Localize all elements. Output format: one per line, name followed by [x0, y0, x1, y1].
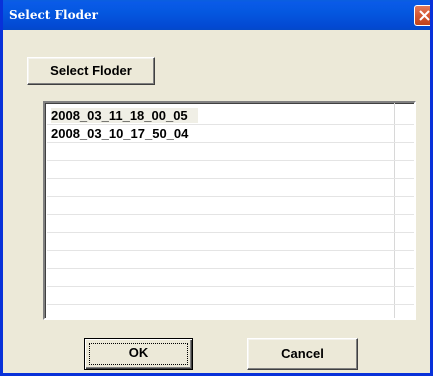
ok-button[interactable]: OK	[84, 338, 193, 370]
list-item[interactable]	[47, 143, 414, 161]
list-item[interactable]	[47, 161, 414, 179]
list-item[interactable]: 2008_03_10_17_50_04	[47, 125, 414, 143]
list-item-label: 2008_03_11_18_00_05	[51, 108, 198, 123]
title-bar[interactable]: Select Floder	[3, 0, 430, 30]
list-item[interactable]	[47, 215, 414, 233]
list-item[interactable]: 2008_03_11_18_00_05	[47, 107, 414, 125]
dialog-client-area: Select Floder 2008_03_11_18_00_05 2008_03…	[3, 30, 430, 373]
ok-button-label: OK	[128, 345, 149, 360]
cancel-button[interactable]: Cancel	[247, 338, 358, 370]
dialog-window: Select Floder Select Floder 2008_03_11_1…	[0, 0, 433, 376]
list-item[interactable]	[47, 179, 414, 197]
list-item[interactable]	[47, 197, 414, 215]
folder-listbox[interactable]: 2008_03_11_18_00_05 2008_03_10_17_50_04	[43, 101, 416, 320]
close-icon	[419, 10, 430, 21]
close-button[interactable]	[414, 5, 430, 26]
list-item-label: 2008_03_10_17_50_04	[51, 126, 189, 141]
list-item[interactable]	[47, 251, 414, 269]
list-item[interactable]	[47, 305, 414, 318]
list-item[interactable]	[47, 269, 414, 287]
window-title: Select Floder	[9, 8, 98, 22]
list-item[interactable]	[47, 233, 414, 251]
list-item[interactable]	[47, 287, 414, 305]
select-folder-button[interactable]: Select Floder	[27, 57, 155, 85]
